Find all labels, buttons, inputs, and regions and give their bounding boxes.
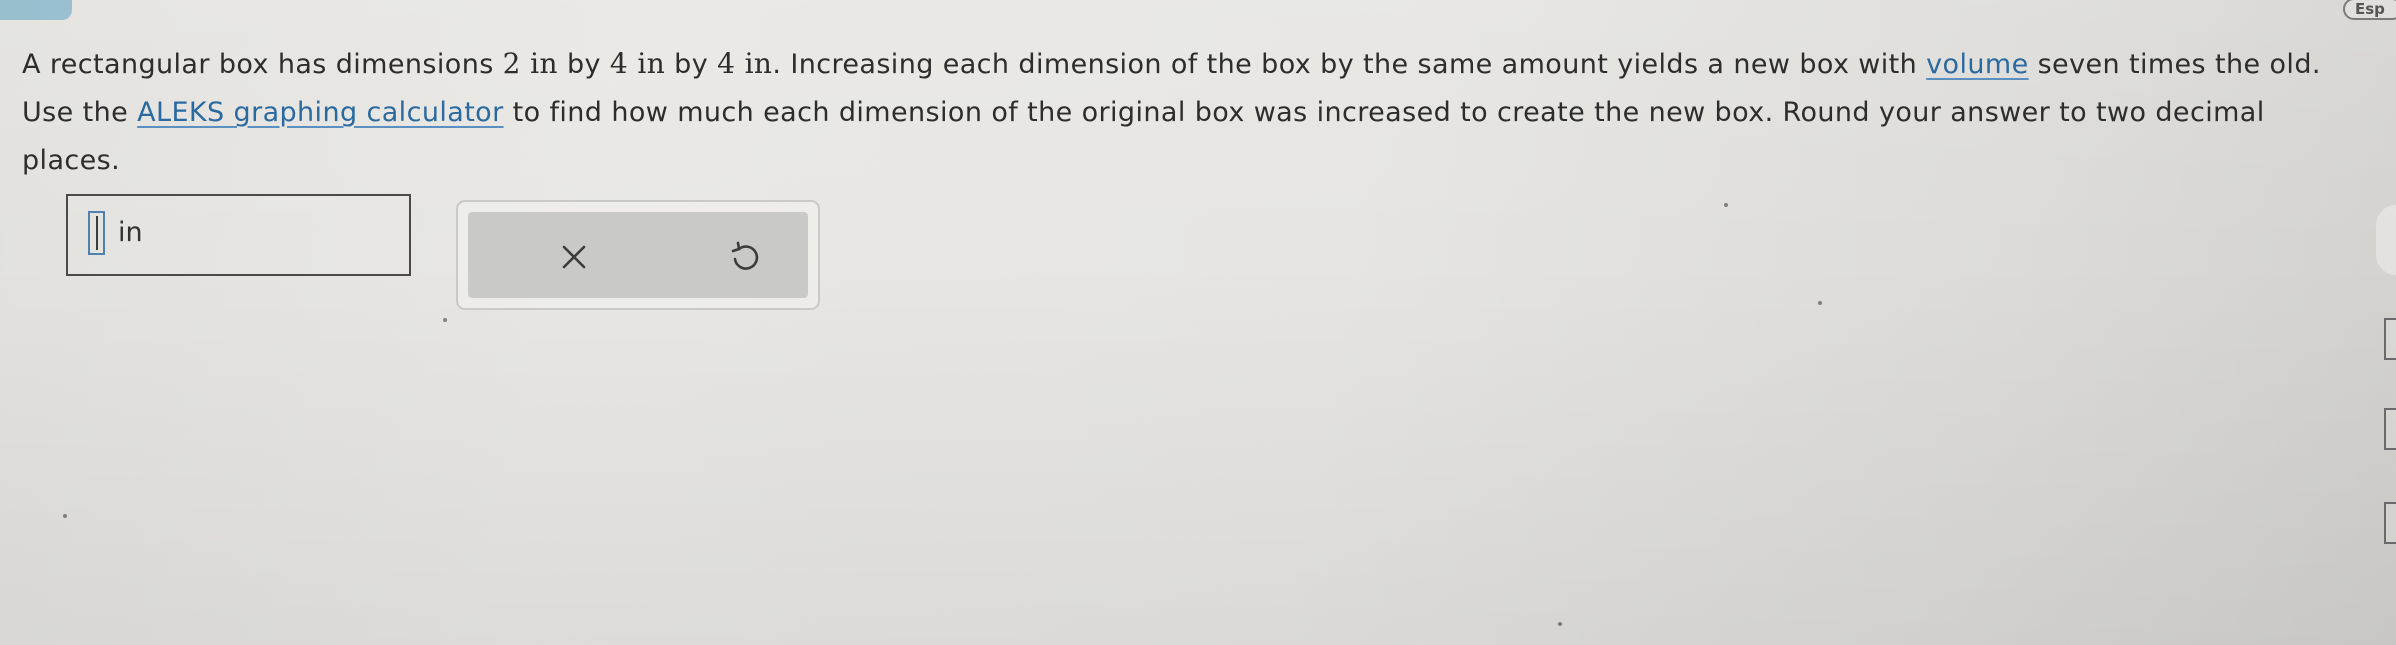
dimension-2: 4 in	[609, 47, 666, 80]
graphing-calculator-link[interactable]: ALEKS graphing calculator	[137, 97, 503, 128]
book-icon[interactable]	[2384, 408, 2396, 450]
undo-icon	[731, 241, 759, 270]
background-speck	[1724, 203, 1728, 207]
side-panel-tab[interactable]	[2376, 205, 2396, 275]
question-text-part1: A rectangular box has dimensions	[22, 49, 503, 80]
background-speck	[63, 514, 67, 518]
volume-link[interactable]: volume	[1926, 49, 2028, 80]
question-text-part2: . Increasing each dimension of the box b…	[772, 49, 1927, 80]
dimension-1: 2 in	[502, 47, 558, 80]
calculator-icon[interactable]	[2384, 318, 2396, 360]
question-text: A rectangular box has dimensions 2 in by…	[22, 40, 2322, 185]
answer-unit: in	[118, 217, 143, 248]
notes-icon[interactable]	[2384, 502, 2396, 544]
undo-button[interactable]	[715, 232, 775, 282]
action-buttons	[468, 212, 808, 298]
dimension-3: 4 in	[717, 47, 773, 80]
text-caret	[95, 216, 98, 250]
action-panel	[456, 200, 820, 310]
answer-box: in	[66, 194, 411, 276]
question-by-1: by	[557, 49, 610, 80]
background-speck	[443, 318, 447, 322]
background-speck	[1818, 301, 1822, 305]
clear-button[interactable]	[544, 232, 604, 282]
close-icon	[562, 245, 586, 269]
top-tab[interactable]	[0, 0, 72, 20]
language-toggle-button[interactable]: Esp	[2343, 0, 2396, 20]
question-by-2: by	[665, 49, 718, 80]
answer-input[interactable]	[88, 211, 105, 255]
background-speck	[1558, 622, 1562, 626]
